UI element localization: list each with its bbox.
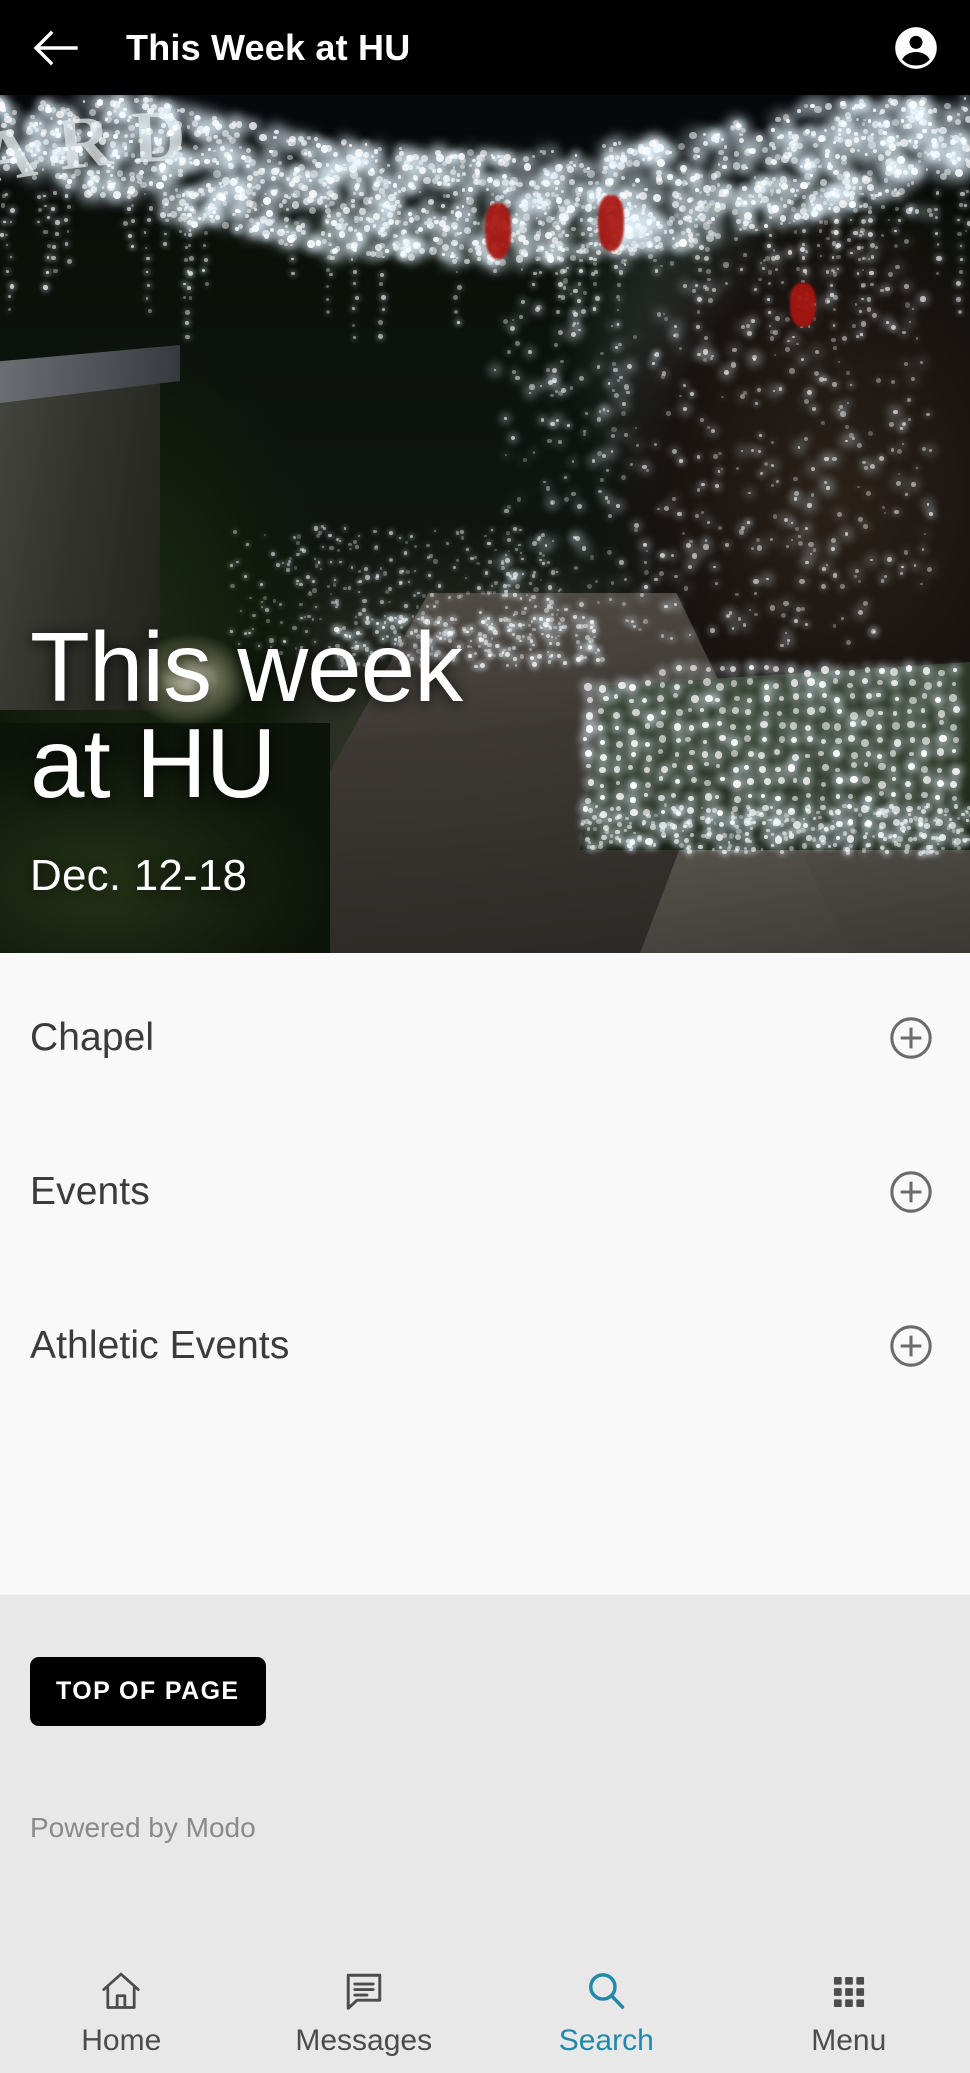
plus-circle-icon[interactable] (888, 1015, 934, 1061)
nav-label: Messages (295, 2024, 432, 2058)
arrow-left-icon (32, 28, 78, 68)
bottom-navigation: Home Messages Search Menu (0, 1950, 970, 2073)
account-button[interactable] (888, 20, 944, 76)
string-lights-hedge (578, 653, 970, 853)
grid-menu-icon (828, 1965, 870, 2013)
accordion-label: Athletic Events (30, 1324, 289, 1368)
accordion-list: Chapel Events Athletic Events (0, 953, 970, 1595)
accordion-label: Events (30, 1170, 150, 1214)
nav-label: Menu (811, 2024, 886, 2058)
account-circle-icon (891, 23, 941, 73)
hero-subtitle: Dec. 12-18 (30, 851, 500, 901)
nav-label: Home (81, 2024, 161, 2058)
nav-item-messages[interactable]: Messages (243, 1965, 486, 2058)
accordion-item-events[interactable]: Events (30, 1115, 940, 1269)
powered-by-label: Powered by Modo (30, 1812, 940, 1844)
search-icon (584, 1965, 628, 2013)
page-title: This Week at HU (126, 27, 410, 69)
page-footer: TOP OF PAGE Powered by Modo (0, 1595, 970, 1950)
plus-circle-icon[interactable] (888, 1323, 934, 1369)
nav-item-search[interactable]: Search (485, 1965, 728, 2058)
hero-banner: A R D This week at HU Dec. 12-18 (0, 95, 970, 953)
accordion-label: Chapel (30, 1016, 154, 1060)
accordion-item-chapel[interactable]: Chapel (30, 953, 940, 1115)
top-of-page-button[interactable]: TOP OF PAGE (30, 1657, 266, 1726)
home-icon (98, 1965, 144, 2013)
nav-label: Search (559, 2024, 654, 2058)
app-root: This Week at HU A R D This week at HU De… (0, 0, 970, 2073)
plus-circle-icon[interactable] (888, 1169, 934, 1215)
back-button[interactable] (26, 19, 84, 77)
hero-text-block: This week at HU Dec. 12-18 (30, 619, 500, 901)
app-bar: This Week at HU (0, 0, 970, 95)
accordion-item-athletic-events[interactable]: Athletic Events (30, 1269, 940, 1423)
nav-item-menu[interactable]: Menu (728, 1965, 970, 2058)
hero-title: This week at HU (30, 619, 500, 811)
string-lights-willow (490, 205, 930, 645)
nav-item-home[interactable]: Home (0, 1965, 243, 2058)
messages-icon (342, 1965, 386, 2013)
